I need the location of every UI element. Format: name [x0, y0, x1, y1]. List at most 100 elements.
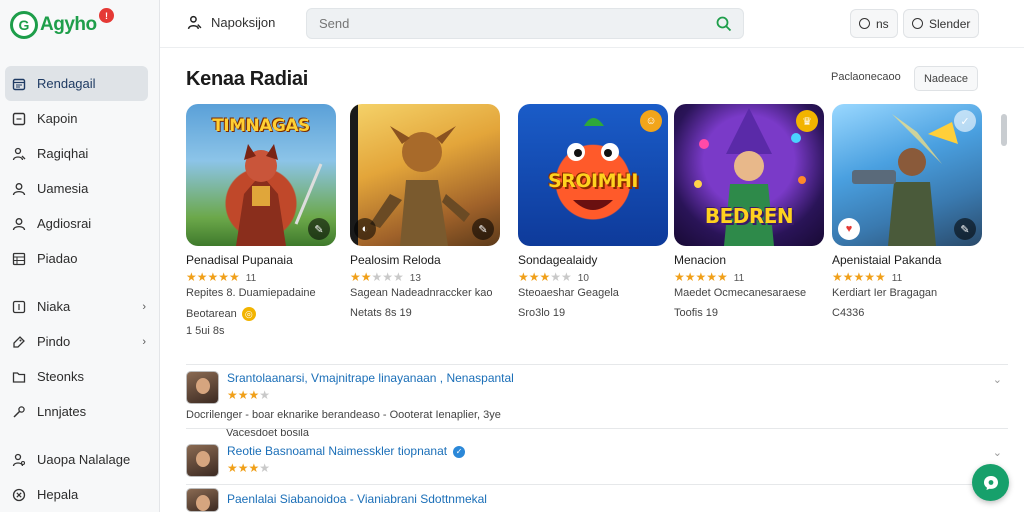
- grid-icon: [11, 251, 27, 267]
- verified-icon: ✓: [453, 445, 466, 458]
- app-extra: Netats 8s 19: [350, 307, 500, 319]
- divider: [186, 428, 1008, 429]
- sidebar-item-ragiqhai[interactable]: Ragiqhai: [0, 136, 160, 171]
- review-item[interactable]: Reotie Basnoamal Naimesskler tiopnanat ✓ …: [186, 444, 1008, 484]
- sidebar-item-label: Lnnjates: [37, 404, 87, 419]
- folder-icon: [11, 369, 27, 385]
- user-icon: [11, 181, 27, 197]
- page-title: Napoksijon: [211, 14, 276, 30]
- app-card[interactable]: TIMNAGAS ✎ Penadisal Pupanaia ★★★★★ 11 Re…: [186, 104, 336, 337]
- rating-stars: ★★★★★ 11: [832, 270, 903, 284]
- pin-icon[interactable]: ✎: [472, 218, 494, 240]
- sidebar-item-label: Hepala: [37, 487, 79, 502]
- rating-count: 11: [245, 273, 257, 284]
- sidebar: G Agyho ! Rendagail Kapoin Ragiqhai Uame…: [0, 0, 160, 512]
- sidebar-item-hepala[interactable]: Hepala: [0, 477, 160, 512]
- app-extra: Toofis 19: [674, 307, 824, 319]
- app-name: Penadisal Pupanaia: [186, 253, 293, 267]
- search-bar[interactable]: [306, 8, 744, 39]
- scrollbar[interactable]: [1001, 114, 1007, 146]
- app-card[interactable]: BEDREN ♛ Menacion ★★★★★ 11 Maedet Ocmecan…: [674, 104, 824, 319]
- avatar: [186, 444, 219, 477]
- search-input[interactable]: [307, 9, 687, 38]
- avatar: [186, 488, 219, 512]
- chevron-down-icon[interactable]: ⌄: [993, 373, 1002, 386]
- sidebar-item-label: Niaka: [37, 299, 71, 314]
- status-button[interactable]: ns: [850, 9, 898, 38]
- sidebar-item-label: Uamesia: [37, 181, 89, 196]
- status-button-label: ns: [876, 16, 889, 31]
- top-bar: Napoksijon ns Slender: [160, 0, 1024, 48]
- coin-icon: ◎: [241, 307, 256, 321]
- sidebar-item-uaopa-nalalage[interactable]: Uaopa Nalalage: [0, 442, 160, 477]
- sidebar-item-label: Uaopa Nalalage: [37, 452, 131, 467]
- sidebar-item-label: Kapoin: [37, 111, 78, 126]
- pin-icon[interactable]: ✎: [308, 218, 330, 240]
- game-artwork: TIMNAGAS ✎: [186, 104, 336, 246]
- chevron-right-icon: ›: [142, 335, 146, 348]
- heart-icon: ♥: [838, 218, 860, 240]
- app-card[interactable]: ♥ ✓ ✎ Apenistaial Pakanda ★★★★★ 11 Kerdia…: [832, 104, 982, 319]
- app-card[interactable]: SROIMHI ☺ Sondagealaidy ★★★★★ 10 Steoaesh…: [518, 104, 668, 319]
- sidebar-item-agdiosrai[interactable]: Agdiosrai: [0, 206, 160, 241]
- app-name: Pealosim Reloda: [350, 253, 441, 267]
- section-action-button[interactable]: Nadeace: [914, 66, 978, 91]
- app-card[interactable]: ◐ ✎ Pealosim Reloda ★★★★★ 13 Sagean Nadea…: [350, 104, 500, 319]
- section-meta: Paclaonecaoo: [831, 71, 901, 83]
- user-icon: [11, 216, 27, 232]
- game-artwork: SROIMHI ☺: [518, 104, 668, 246]
- sidebar-item-kapoin[interactable]: Kapoin: [0, 101, 160, 136]
- rating-count: 11: [891, 273, 903, 284]
- avatar: [186, 371, 219, 404]
- sidebar-item-pindo[interactable]: Pindo ›: [0, 324, 160, 359]
- app-name: Apenistaial Pakanda: [832, 253, 942, 267]
- app-extra-text: Toofis 19: [674, 307, 719, 319]
- profile-button[interactable]: Slender: [903, 9, 980, 38]
- chevron-down-icon[interactable]: ⌄: [993, 446, 1002, 459]
- sidebar-item-uamesia[interactable]: Uamesia: [0, 171, 160, 206]
- search-icon[interactable]: [715, 15, 733, 33]
- app-subtitle: Repites 8. Duamiepadaine: [186, 287, 316, 299]
- game-artwork: ◐ ✎: [350, 104, 500, 246]
- review-stars: ★★★★: [227, 388, 271, 402]
- person-icon: [11, 452, 27, 468]
- app-extra: Sro3lo 19: [518, 307, 668, 319]
- sidebar-item-rendagail[interactable]: Rendagail: [5, 66, 148, 101]
- calendar-icon: [11, 76, 27, 92]
- tag-icon: [11, 334, 27, 350]
- sidebar-item-lnnjates[interactable]: Lnnjates: [0, 394, 160, 429]
- circle-icon: [859, 18, 870, 29]
- pin-icon[interactable]: ✎: [954, 218, 976, 240]
- app-logo[interactable]: G Agyho !: [10, 8, 114, 40]
- logo-text: Agyho: [40, 14, 97, 35]
- tool-icon: [11, 404, 27, 420]
- review-title[interactable]: Reotie Basnoamal Naimesskler tiopnanat ✓: [227, 444, 466, 458]
- app-name: Menacion: [674, 253, 727, 267]
- review-item[interactable]: Srantolaanarsi, Vmajnitrape linayanaan ,…: [186, 371, 1008, 439]
- sidebar-item-niaka[interactable]: Niaka ›: [0, 289, 160, 324]
- divider: [186, 484, 1008, 485]
- review-title-text: Reotie Basnoamal Naimesskler tiopnanat: [227, 444, 448, 458]
- square-icon: [11, 111, 27, 127]
- sidebar-item-piadao[interactable]: Piadao: [0, 241, 160, 276]
- game-art-title: BEDREN: [704, 204, 794, 228]
- review-item[interactable]: Paenlalai Siabanoidoa - Vianiabrani Sdot…: [186, 488, 1008, 512]
- review-title[interactable]: Srantolaanarsi, Vmajnitrape linayanaan ,…: [227, 371, 514, 385]
- page-breadcrumb[interactable]: Napoksijon: [186, 14, 275, 30]
- rating-stars: ★★★★★ 10: [518, 270, 589, 284]
- review-title[interactable]: Paenlalai Siabanoidoa - Vianiabrani Sdot…: [227, 492, 487, 506]
- person-icon: [186, 14, 202, 30]
- sidebar-item-label: Ragiqhai: [37, 146, 89, 161]
- app-extra-2: 1 5ui 8s: [186, 325, 225, 337]
- rating-count: 13: [409, 273, 421, 284]
- chat-fab-button[interactable]: [972, 464, 1009, 501]
- sidebar-nav: Rendagail Kapoin Ragiqhai Uamesia Agdios…: [0, 66, 160, 512]
- sidebar-item-steonks[interactable]: Steonks: [0, 359, 160, 394]
- app-extra-text: C4336: [832, 307, 865, 319]
- app-subtitle: Maedet Ocmecanesaraese: [674, 287, 807, 299]
- app-extra-text: Netats 8s 19: [350, 307, 412, 319]
- app-extra-text: Beotarean: [186, 308, 237, 320]
- game-artwork: BEDREN ♛: [674, 104, 824, 246]
- profile-button-label: Slender: [929, 16, 971, 31]
- person-icon: [11, 146, 27, 162]
